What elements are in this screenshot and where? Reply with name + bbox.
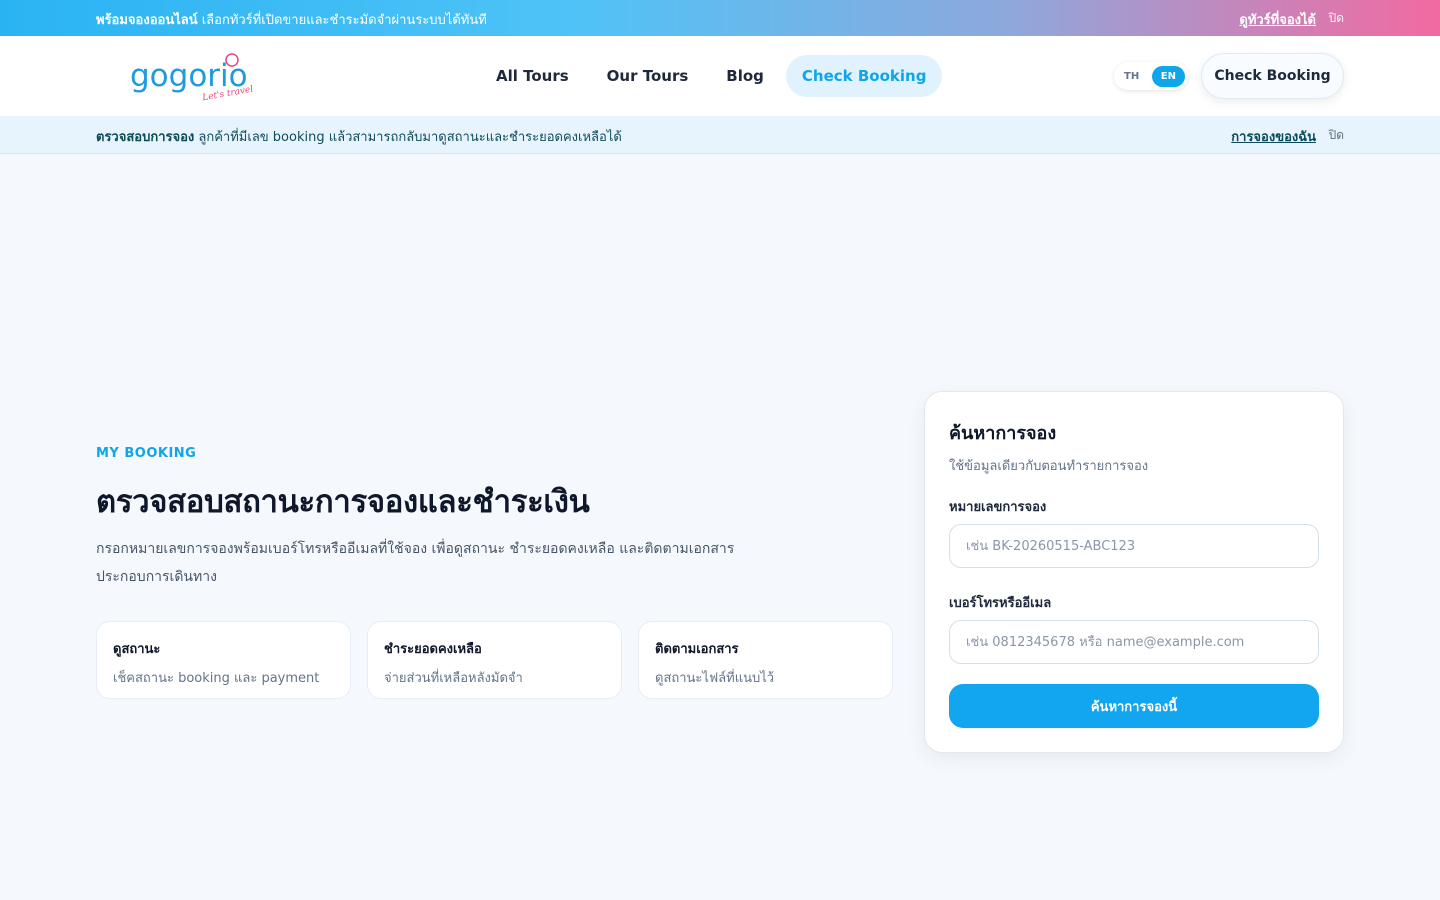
hero-eyebrow: MY BOOKING: [96, 446, 197, 461]
nav-blog[interactable]: Blog: [710, 55, 780, 97]
language-toggle[interactable]: TH EN: [1114, 62, 1188, 90]
notice-message-text: ลูกค้าที่มีเลข booking แล้วสามารถกลับมาด…: [194, 130, 622, 145]
booking-search-card: ค้นหาการจอง ใช้ข้อมูลเดียวกับตอนทำรายการ…: [924, 391, 1344, 753]
nav-all-tours[interactable]: All Tours: [480, 55, 585, 97]
feature-list: ดูสถานะ เช็คสถานะ booking และ payment ชำ…: [96, 621, 893, 699]
promo-link[interactable]: ดูทัวร์ที่จองได้: [1239, 9, 1316, 30]
site-header: gogorio Let's travel All Tours Our Tours…: [0, 36, 1440, 116]
notice-close-button[interactable]: ปิด: [1329, 126, 1344, 145]
header-check-booking-button[interactable]: Check Booking: [1201, 53, 1344, 99]
booking-number-label: หมายเลขการจอง: [949, 500, 1047, 515]
booking-number-input[interactable]: [949, 524, 1319, 568]
contact-label: เบอร์โทรหรืออีเมล: [949, 596, 1052, 611]
feature-description: ดูสถานะไฟล์ที่แนบไว้: [655, 671, 775, 686]
lang-th[interactable]: TH: [1124, 71, 1139, 82]
feature-title: ติดตามเอกสาร: [655, 642, 739, 657]
notice-message: ตรวจสอบการจอง ลูกค้าที่มีเลข booking แล้…: [96, 126, 622, 147]
notice-bar: ตรวจสอบการจอง ลูกค้าที่มีเลข booking แล้…: [0, 116, 1440, 154]
logo-mark: gogorio Let's travel: [130, 53, 254, 104]
my-bookings-link[interactable]: การจองของฉัน: [1231, 126, 1316, 147]
search-card-subtitle: ใช้ข้อมูลเดียวกับตอนทำรายการจอง: [949, 459, 1149, 474]
promo-message-bold: พร้อมจองออนไลน์: [96, 13, 198, 28]
promo-bar: พร้อมจองออนไลน์ เลือกทัวร์ที่เปิดขายและช…: [0, 0, 1440, 36]
hero-description: กรอกหมายเลขการจองพร้อมเบอร์โทรหรืออีเมลท…: [96, 541, 735, 585]
feature-card-status: ดูสถานะ เช็คสถานะ booking และ payment: [96, 621, 351, 699]
notice-message-bold: ตรวจสอบการจอง: [96, 130, 195, 145]
nav-check-booking[interactable]: Check Booking: [785, 55, 943, 97]
search-booking-button[interactable]: ค้นหาการจองนี้: [949, 684, 1319, 728]
promo-close-button[interactable]: ปิด: [1329, 9, 1344, 28]
contact-input[interactable]: [949, 620, 1319, 664]
feature-title: ชำระยอดคงเหลือ: [384, 642, 482, 657]
nav-our-tours[interactable]: Our Tours: [591, 55, 705, 97]
page-title: ตรวจสอบสถานะการจองและชำระเงิน: [96, 484, 590, 520]
feature-description: จ่ายส่วนที่เหลือหลังมัดจำ: [384, 671, 523, 686]
feature-card-documents: ติดตามเอกสาร ดูสถานะไฟล์ที่แนบไว้: [638, 621, 893, 699]
feature-card-balance: ชำระยอดคงเหลือ จ่ายส่วนที่เหลือหลังมัดจำ: [367, 621, 622, 699]
search-card-title: ค้นหาการจอง: [949, 423, 1057, 444]
logo[interactable]: gogorio Let's travel: [130, 50, 260, 104]
main-nav: All Tours Our Tours Blog Check Booking: [480, 54, 943, 98]
feature-title: ดูสถานะ: [113, 642, 161, 657]
promo-message: พร้อมจองออนไลน์ เลือกทัวร์ที่เปิดขายและช…: [96, 9, 487, 30]
promo-message-text: เลือกทัวร์ที่เปิดขายและชำระมัดจำผ่านระบบ…: [197, 13, 487, 28]
lang-en[interactable]: EN: [1151, 65, 1185, 87]
feature-description: เช็คสถานะ booking และ payment: [113, 671, 320, 686]
